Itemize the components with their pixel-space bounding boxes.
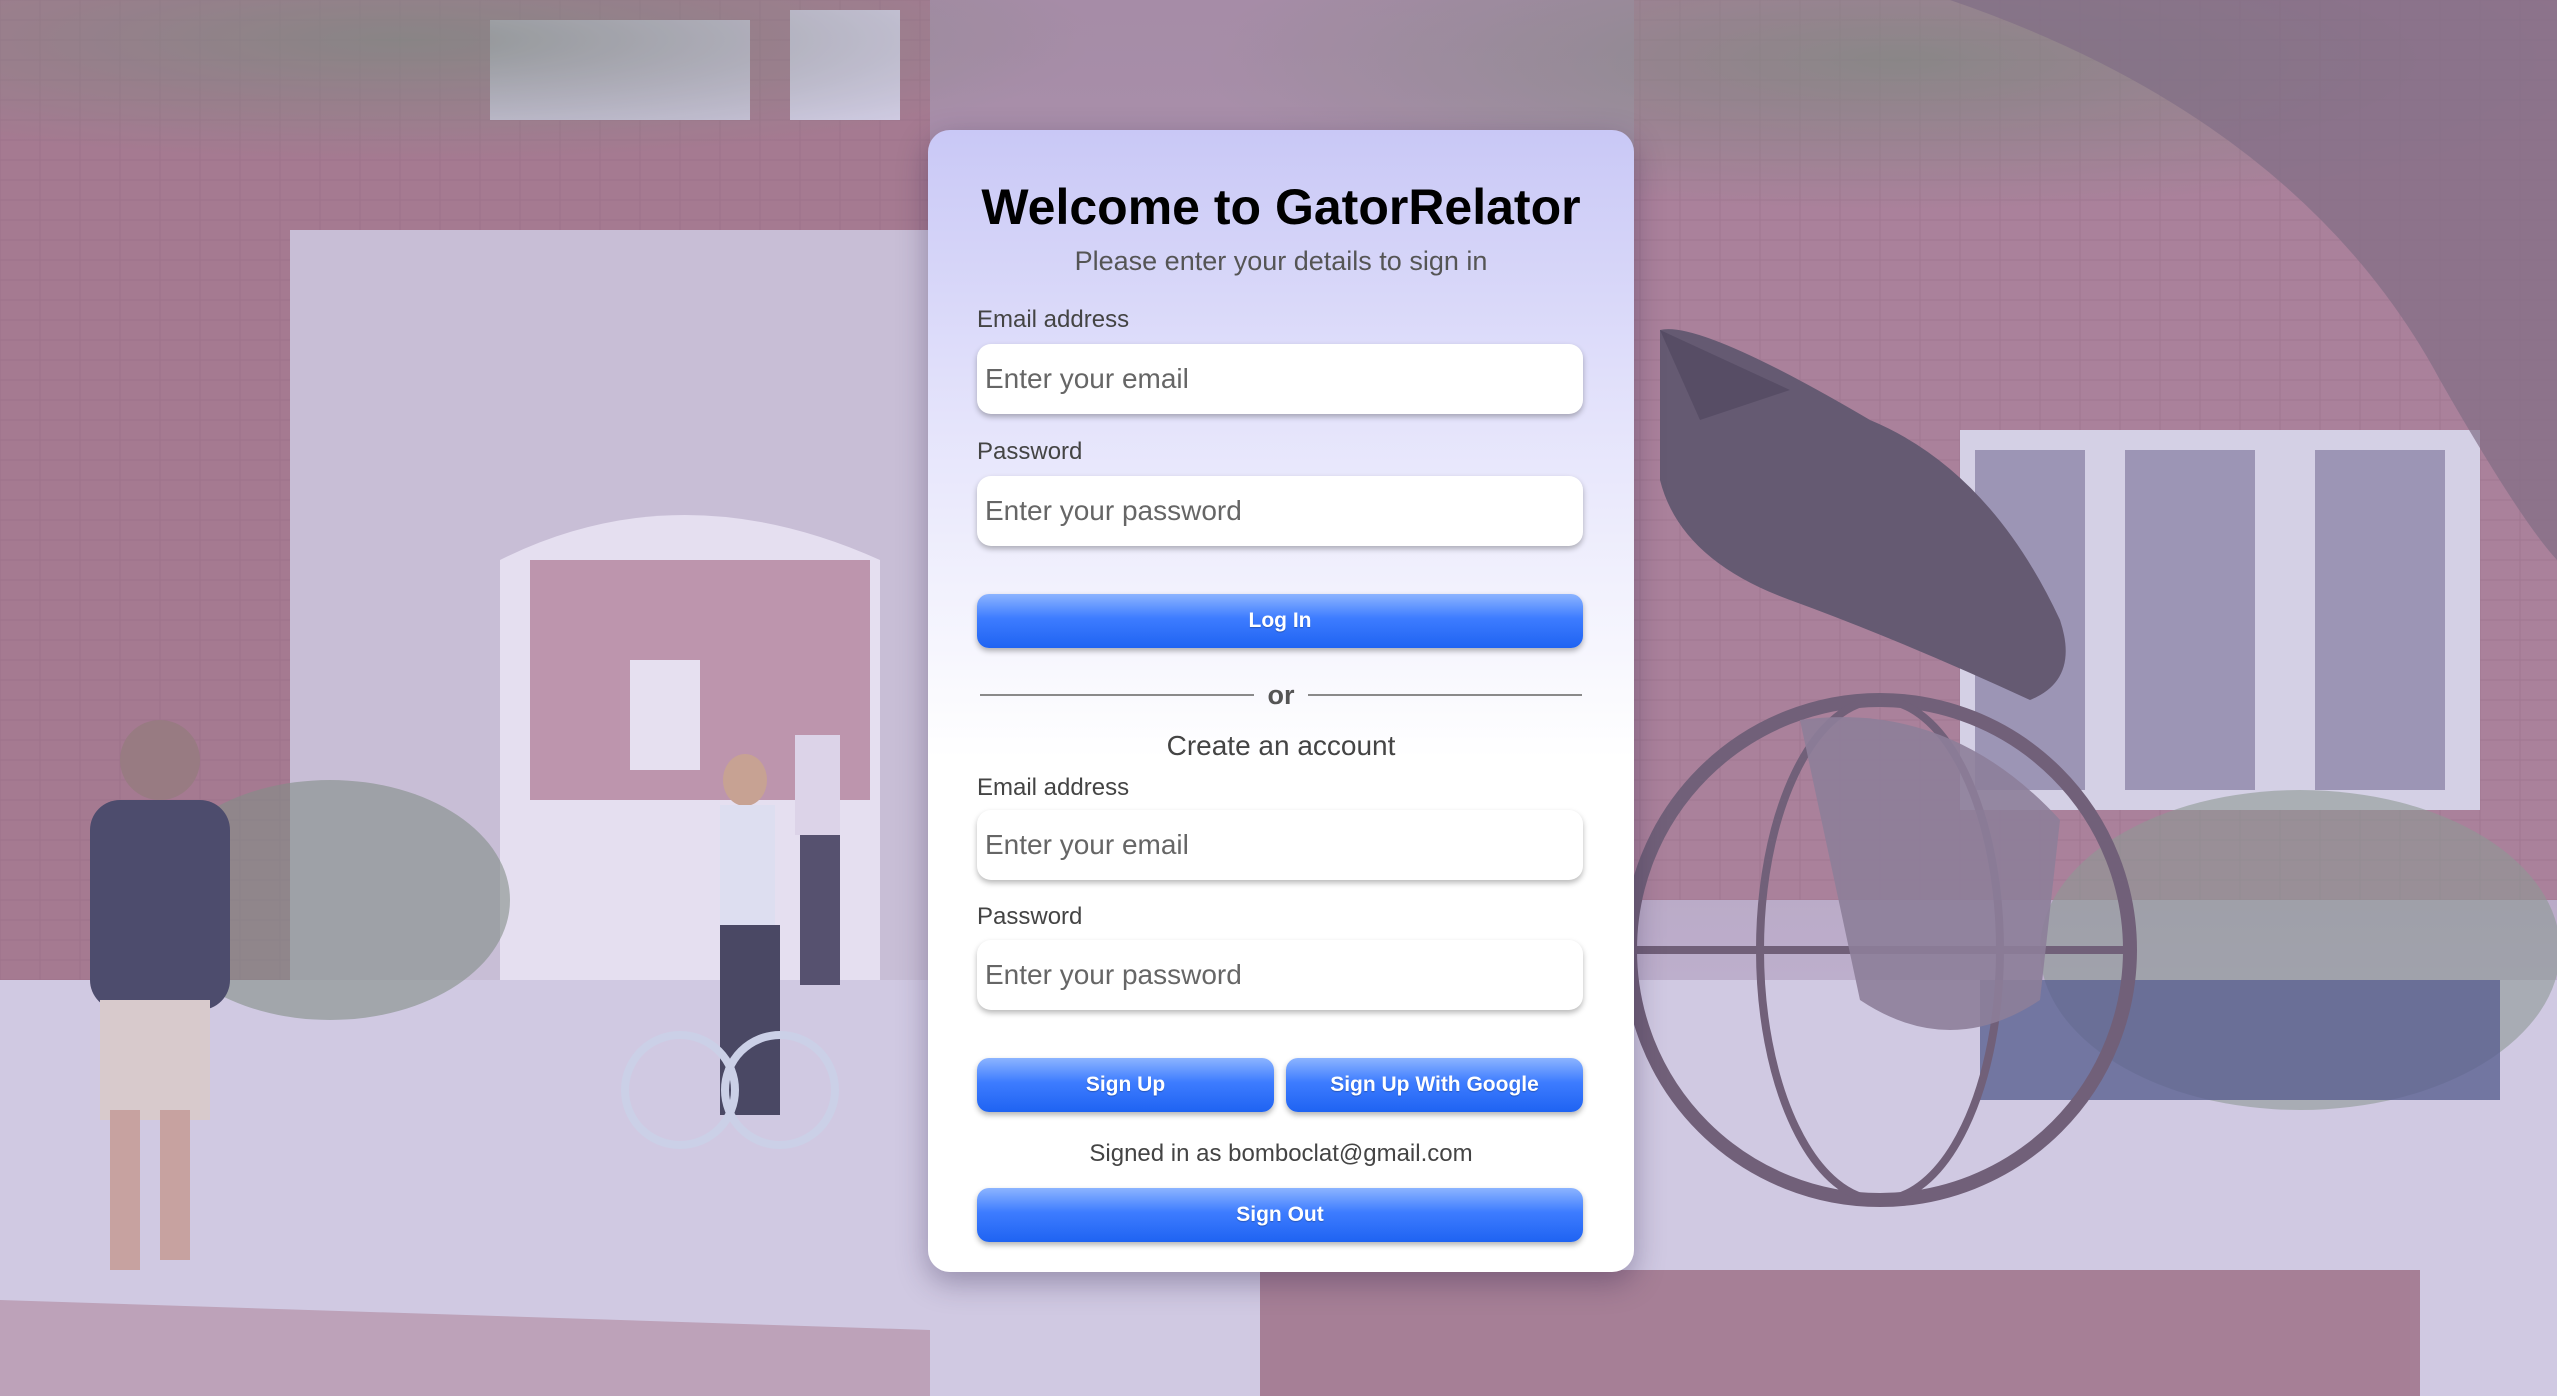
sign-up-google-button[interactable]: Sign Up With Google — [1286, 1058, 1583, 1112]
login-email-input[interactable] — [977, 344, 1583, 414]
signup-email-label: Email address — [977, 774, 1130, 801]
create-account-heading: Create an account — [1166, 730, 1396, 761]
sign-in-card: Welcome to GatorRelator Please enter you… — [928, 130, 1634, 1272]
divider-line-right — [1308, 694, 1582, 696]
signup-email-input[interactable] — [977, 810, 1583, 880]
signup-password-input[interactable] — [977, 940, 1583, 1010]
login-button[interactable]: Log In — [977, 594, 1583, 648]
sign-up-button[interactable]: Sign Up — [977, 1058, 1274, 1112]
login-email-label: Email address — [977, 306, 1130, 333]
sign-out-button[interactable]: Sign Out — [977, 1188, 1583, 1242]
page-subtitle: Please enter your details to sign in — [1074, 246, 1488, 276]
login-password-label: Password — [977, 438, 1083, 465]
page-title: Welcome to GatorRelator — [981, 179, 1581, 235]
login-password-input[interactable] — [977, 476, 1583, 546]
signed-in-status: Signed in as bomboclat@gmail.com — [1089, 1140, 1473, 1167]
signup-password-label: Password — [977, 903, 1083, 930]
